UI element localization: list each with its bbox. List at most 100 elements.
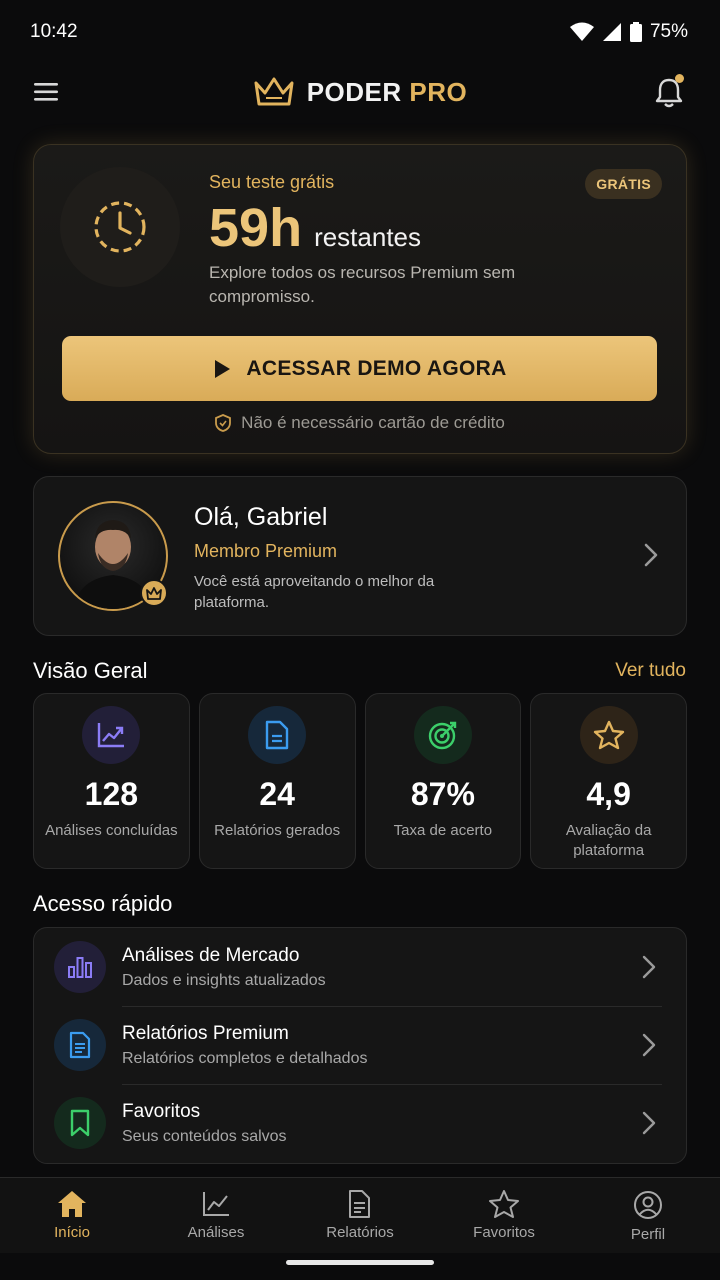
stat-value: 24 [259,776,295,812]
stat-value: 4,9 [586,776,631,812]
quick-item-text: Análises de Mercado Dados e insights atu… [122,945,642,990]
home-icon [58,1191,86,1217]
access-demo-button[interactable]: ACESSAR DEMO AGORA [62,336,657,401]
nav-label: Início [54,1224,90,1241]
chart-icon [203,1192,229,1216]
quick-item-favorites[interactable]: Favoritos Seus conteúdos salvos [34,1084,686,1162]
nav-item-home[interactable]: Início [0,1178,144,1253]
nav-item-reports[interactable]: Relatórios [288,1178,432,1253]
nav-label: Perfil [630,1226,666,1243]
profile-card[interactable]: Olá, Gabriel Membro Premium Você está ap… [33,476,687,636]
brand-main: PODER [306,76,402,107]
trial-card: Seu teste grátis 59h restantes Explore t… [33,144,687,454]
trial-eyebrow: Seu teste grátis [209,172,335,192]
avatar-wrap [58,501,168,611]
stat-label: Taxa de acerto [393,822,493,839]
stat-card-analyses: 128 Análises concluídas [33,693,190,869]
stat-card-rating: 4,9 Avaliação da plataforma [530,693,687,869]
bar-chart-icon [68,957,92,978]
stat-icon-badge [82,706,141,764]
signal-icon [602,23,621,41]
nav-label: Relatórios [326,1224,394,1241]
profile-tier: Membro Premium [194,541,338,561]
stat-value: 128 [84,776,139,812]
access-demo-label: ACESSAR DEMO AGORA [246,356,507,380]
crown-icon [146,586,162,600]
home-indicator[interactable] [286,1260,434,1265]
quick-item-title: Análises de Mercado [122,944,300,966]
quick-access-title: Acesso rápido [33,891,173,916]
star-icon [489,1190,519,1218]
brand-name: PODER PRO [307,77,468,108]
trial-hours-value: 59h [209,198,303,258]
trend-chart-icon [98,723,125,748]
status-icons: 75% [569,21,688,43]
nav-item-analyses[interactable]: Análises [144,1178,288,1253]
hamburger-icon [34,83,58,101]
stat-icon-badge [579,706,638,764]
trial-description: Explore todos os recursos Premium sem co… [209,263,516,306]
stat-card-accuracy: 87% Taxa de acerto [364,693,522,869]
quick-item-market-analyses[interactable]: Análises de Mercado Dados e insights atu… [34,928,686,1006]
menu-button[interactable] [32,78,62,106]
chevron-right-icon [642,1033,656,1057]
notifications-button[interactable] [652,74,686,110]
stat-value: 87% [410,776,475,812]
notification-dot [675,74,684,83]
target-icon [428,721,457,750]
chevron-right-icon [642,955,656,979]
profile-description: Você está aproveitando o melhor da plata… [194,573,435,611]
trial-remaining: 59h restantes [209,197,421,259]
stat-label: Relatórios gerados [214,822,341,839]
nav-label: Análises [187,1224,245,1241]
stats-row: 128 Análises concluídas 24 Relatórios ge… [33,693,687,869]
status-bar: 10:42 75% [0,0,720,64]
quick-item-subtitle: Seus conteúdos salvos [122,1127,287,1145]
wifi-icon [569,22,594,41]
app-header: PODER PRO [0,64,720,120]
play-icon [215,359,231,378]
crown-icon [254,77,294,106]
stat-icon-badge [413,706,472,764]
quick-icon-badge [54,941,106,993]
stat-card-reports: 24 Relatórios gerados [198,693,356,869]
profile-greeting: Olá, Gabriel [194,503,328,531]
stat-label: Análises concluídas [45,822,178,839]
clock-badge [60,167,180,287]
nav-item-profile[interactable]: Perfil [576,1178,720,1253]
quick-item-premium-reports[interactable]: Relatórios Premium Relatórios completos … [34,1006,686,1084]
free-badge: GRÁTIS [585,169,662,199]
star-icon [593,720,624,750]
user-icon [634,1191,662,1219]
quick-item-title: Relatórios Premium [122,1022,289,1044]
quick-item-title: Favoritos [122,1100,201,1122]
quick-item-subtitle: Relatórios completos e detalhados [122,1049,368,1067]
bookmark-icon [70,1109,90,1137]
quick-icon-badge [54,1097,106,1149]
quick-item-text: Favoritos Seus conteúdos salvos [122,1101,642,1146]
quick-item-text: Relatórios Premium Relatórios completos … [122,1023,642,1068]
document-icon [265,720,289,750]
see-all-link[interactable]: Ver tudo [615,660,686,682]
nav-label: Favoritos [473,1224,535,1241]
document-icon [69,1031,91,1059]
status-time: 10:42 [30,21,78,42]
premium-crown-badge [140,579,168,607]
document-icon [349,1190,370,1218]
bottom-nav: Início Análises Relatórios Favoritos Per… [0,1177,720,1253]
quick-icon-badge [54,1019,106,1071]
quick-access-list: Análises de Mercado Dados e insights atu… [33,927,687,1164]
chevron-right-icon [642,1111,656,1135]
trial-note-text: Não é necessário cartão de crédito [241,413,505,432]
nav-item-favorites[interactable]: Favoritos [432,1178,576,1253]
shield-icon [215,414,232,432]
stat-label: Avaliação da plataforma [565,822,652,859]
trial-note: Não é necessário cartão de crédito [34,413,686,433]
overview-title: Visão Geral [33,658,148,683]
stat-icon-badge [248,706,307,764]
quick-item-subtitle: Dados e insights atualizados [122,971,326,989]
trial-hours-suffix: restantes [314,222,422,252]
clock-icon [94,201,146,253]
battery-icon [629,22,642,42]
battery-percent: 75% [649,21,688,42]
